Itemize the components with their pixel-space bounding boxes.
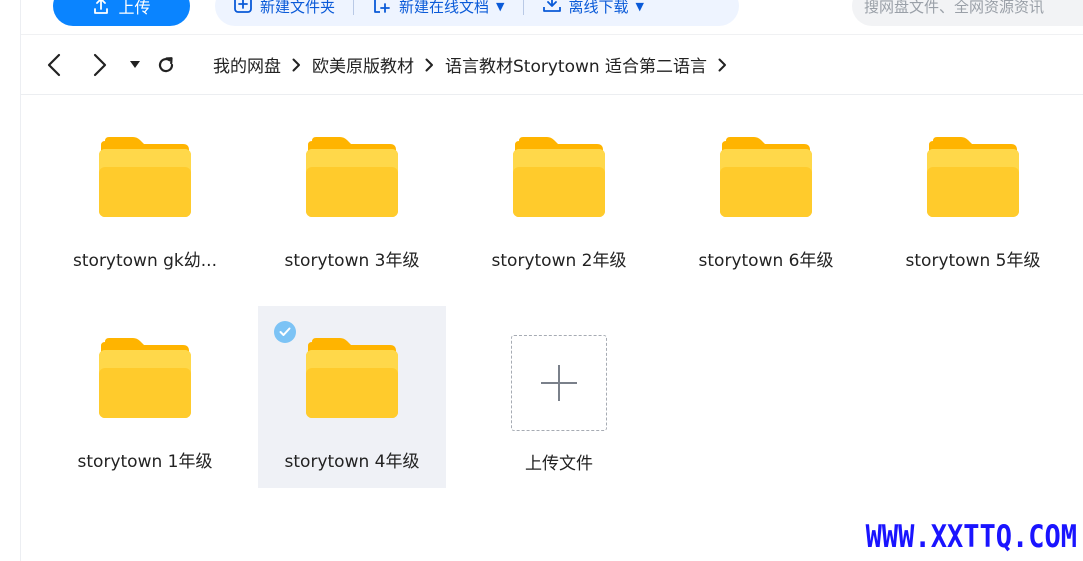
upload-file-label: 上传文件	[525, 454, 593, 474]
plus-icon	[541, 365, 577, 401]
search-input[interactable]: 搜网盘文件、全网资源资讯	[852, 0, 1083, 26]
folder-icon	[720, 137, 812, 217]
folder-icon	[306, 137, 398, 217]
back-button[interactable]	[43, 53, 65, 77]
folder-item[interactable]: storytown 2年级	[465, 105, 653, 287]
upload-button-label: 上传	[118, 0, 151, 17]
dropdown-caret-icon: ▼	[635, 0, 644, 13]
refresh-button[interactable]	[155, 53, 177, 77]
watermark: WWW.XXTTQ.COM	[865, 519, 1077, 555]
toolbar-actions: 新建文件夹 新建在线文档 ▼ 离线下载 ▼	[215, 0, 739, 26]
dropdown-caret-icon: ▼	[496, 0, 505, 13]
folder-name: storytown gk幼...	[73, 251, 217, 271]
folder-item[interactable]: storytown 1年级	[51, 306, 239, 488]
file-manager-page: 上传 新建文件夹 新建在线文档 ▼ 离线下载 ▼ 搜网盘文件、全网资源资讯 我的…	[0, 0, 1083, 561]
folder-item[interactable]: storytown gk幼...	[51, 105, 239, 287]
new-folder-label: 新建文件夹	[260, 0, 336, 16]
toolbar: 上传 新建文件夹 新建在线文档 ▼ 离线下载 ▼ 搜网盘文件、全网资源资讯	[0, 0, 1083, 34]
folder-item[interactable]: storytown 3年级	[258, 105, 446, 287]
offline-download-label: 离线下载	[568, 0, 629, 16]
new-folder-button[interactable]: 新建文件夹	[233, 0, 335, 18]
folder-name: storytown 6年级	[698, 251, 834, 271]
folder-icon	[513, 137, 605, 217]
download-icon	[542, 0, 562, 18]
divider	[21, 94, 1083, 95]
chevron-right-icon	[425, 58, 434, 72]
upload-button[interactable]: 上传	[53, 0, 190, 26]
offline-download-button[interactable]: 离线下载 ▼	[542, 0, 644, 18]
breadcrumb-item[interactable]: 语言教材Storytown 适合第二语言	[445, 52, 707, 77]
folder-icon	[99, 137, 191, 217]
upload-icon	[92, 0, 110, 15]
chevron-right-icon	[292, 58, 301, 72]
new-folder-icon	[233, 0, 253, 18]
navigation-bar: 我的网盘 欧美原版教材 语言教材Storytown 适合第二语言	[21, 35, 1083, 95]
folder-name: storytown 2年级	[491, 251, 627, 271]
folder-icon	[306, 338, 398, 418]
folder-item[interactable]: storytown 6年级	[672, 105, 860, 287]
online-doc-icon	[372, 0, 392, 18]
search-placeholder: 搜网盘文件、全网资源资讯	[864, 0, 1045, 16]
new-online-doc-label: 新建在线文档	[399, 0, 490, 16]
folder-name: storytown 1年级	[77, 452, 213, 472]
chevron-right-icon	[718, 58, 727, 72]
breadcrumb-item[interactable]: 欧美原版教材	[312, 52, 414, 77]
folder-icon	[99, 338, 191, 418]
folder-item[interactable]: storytown 4年级	[258, 306, 446, 488]
left-rail	[0, 0, 21, 561]
history-dropdown-button[interactable]	[128, 53, 142, 77]
checkmark-icon[interactable]	[274, 321, 296, 343]
refresh-icon	[158, 57, 174, 73]
folder-icon	[927, 137, 1019, 217]
folder-name: storytown 5年级	[905, 251, 1041, 271]
folder-name: storytown 4年级	[284, 452, 420, 472]
breadcrumb: 我的网盘 欧美原版教材 语言教材Storytown 适合第二语言	[213, 52, 738, 77]
breadcrumb-item[interactable]: 我的网盘	[213, 52, 281, 77]
new-online-doc-button[interactable]: 新建在线文档 ▼	[372, 0, 505, 18]
toolbar-divider	[522, 0, 524, 15]
chevron-right-icon	[93, 53, 107, 77]
folder-item[interactable]: storytown 5年级	[879, 105, 1067, 287]
forward-button[interactable]	[89, 53, 111, 77]
folder-name: storytown 3年级	[284, 251, 420, 271]
upload-file-tile[interactable]	[511, 335, 607, 431]
triangle-down-icon	[130, 61, 140, 68]
chevron-left-icon	[47, 53, 61, 77]
toolbar-divider	[353, 0, 355, 15]
